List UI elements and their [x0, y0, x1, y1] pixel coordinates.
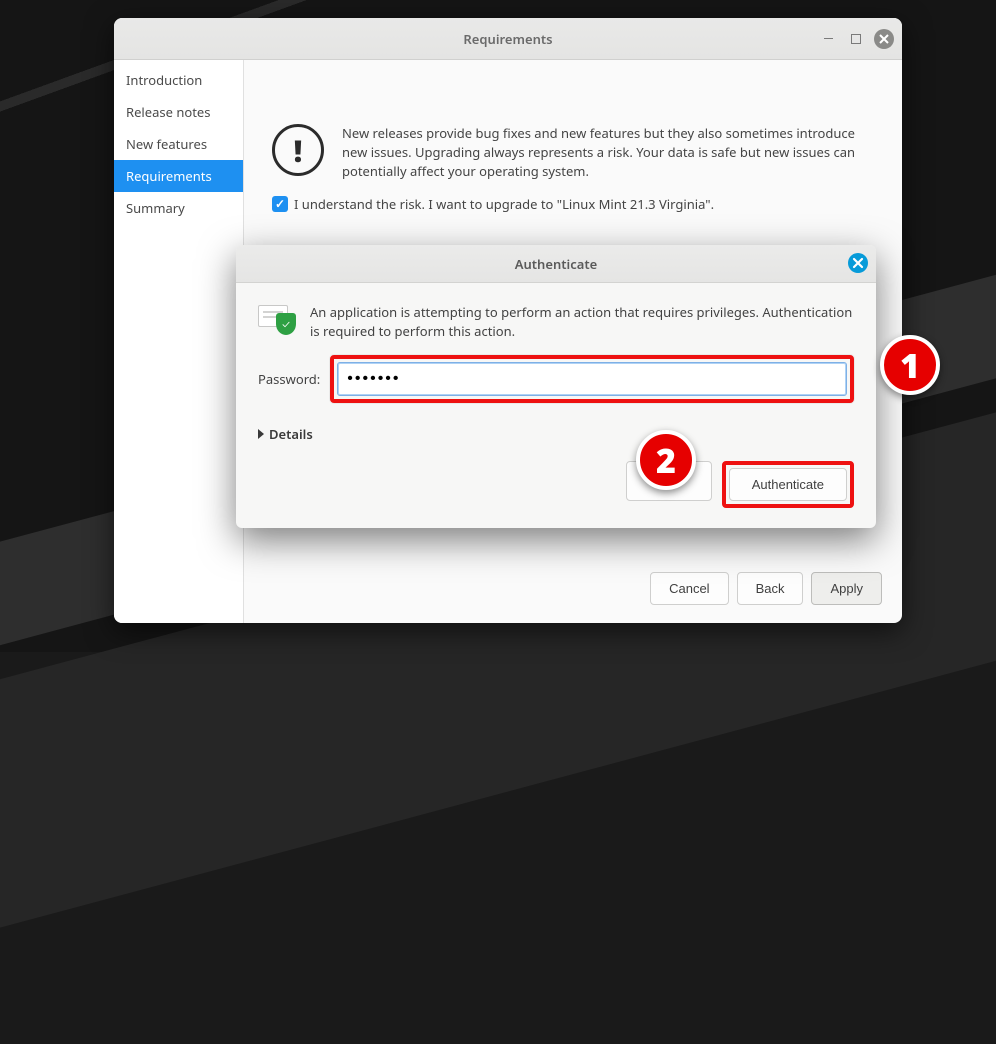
- password-highlight: [330, 355, 854, 403]
- maximize-button[interactable]: [846, 29, 866, 49]
- warning-text: New releases provide bug fixes and new f…: [342, 124, 874, 181]
- sidebar-item-introduction[interactable]: Introduction: [114, 64, 243, 96]
- password-label: Password:: [258, 370, 320, 388]
- auth-message: An application is attempting to perform …: [310, 303, 854, 341]
- sidebar-item-new-features[interactable]: New features: [114, 128, 243, 160]
- window-title: Requirements: [463, 30, 552, 48]
- window-titlebar: Requirements: [114, 18, 902, 60]
- auth-icon: ✓: [258, 305, 296, 333]
- ack-checkbox[interactable]: [272, 196, 288, 212]
- authenticate-dialog: Authenticate ✓ An application is attempt…: [236, 245, 876, 528]
- annotation-circle-1: 1: [880, 335, 940, 395]
- dialog-footer: Authenticate: [236, 461, 876, 528]
- window-controls: [818, 18, 894, 59]
- back-button[interactable]: Back: [737, 572, 804, 605]
- minimize-button[interactable]: [818, 29, 838, 49]
- cancel-button[interactable]: Cancel: [650, 572, 728, 605]
- warning-icon: !: [272, 124, 324, 176]
- dialog-titlebar: Authenticate: [236, 245, 876, 283]
- dialog-title: Authenticate: [515, 255, 597, 273]
- authenticate-button[interactable]: Authenticate: [729, 468, 847, 501]
- annotation-circle-2: 2: [636, 430, 696, 490]
- close-button[interactable]: [874, 29, 894, 49]
- password-input[interactable]: [337, 362, 847, 396]
- ack-row: I understand the risk. I want to upgrade…: [272, 195, 874, 213]
- sidebar-item-requirements[interactable]: Requirements: [114, 160, 243, 192]
- details-expander[interactable]: Details: [258, 425, 854, 443]
- sidebar: Introduction Release notes New features …: [114, 60, 244, 623]
- ack-label: I understand the risk. I want to upgrade…: [294, 195, 714, 213]
- window-footer: Cancel Back Apply: [650, 572, 882, 605]
- dialog-close-button[interactable]: [848, 253, 868, 273]
- sidebar-item-summary[interactable]: Summary: [114, 192, 243, 224]
- shield-icon: ✓: [276, 313, 296, 335]
- details-label: Details: [269, 425, 313, 443]
- warning-row: ! New releases provide bug fixes and new…: [272, 124, 874, 181]
- authenticate-highlight: Authenticate: [722, 461, 854, 508]
- chevron-right-icon: [258, 429, 264, 439]
- sidebar-item-release-notes[interactable]: Release notes: [114, 96, 243, 128]
- apply-button[interactable]: Apply: [811, 572, 882, 605]
